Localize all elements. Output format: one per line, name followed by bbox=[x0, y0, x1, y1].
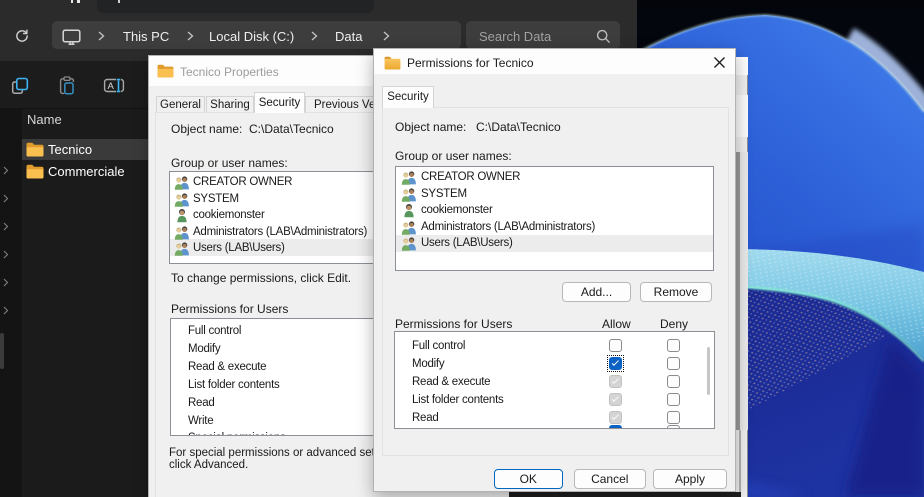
svg-text:A: A bbox=[108, 81, 115, 92]
